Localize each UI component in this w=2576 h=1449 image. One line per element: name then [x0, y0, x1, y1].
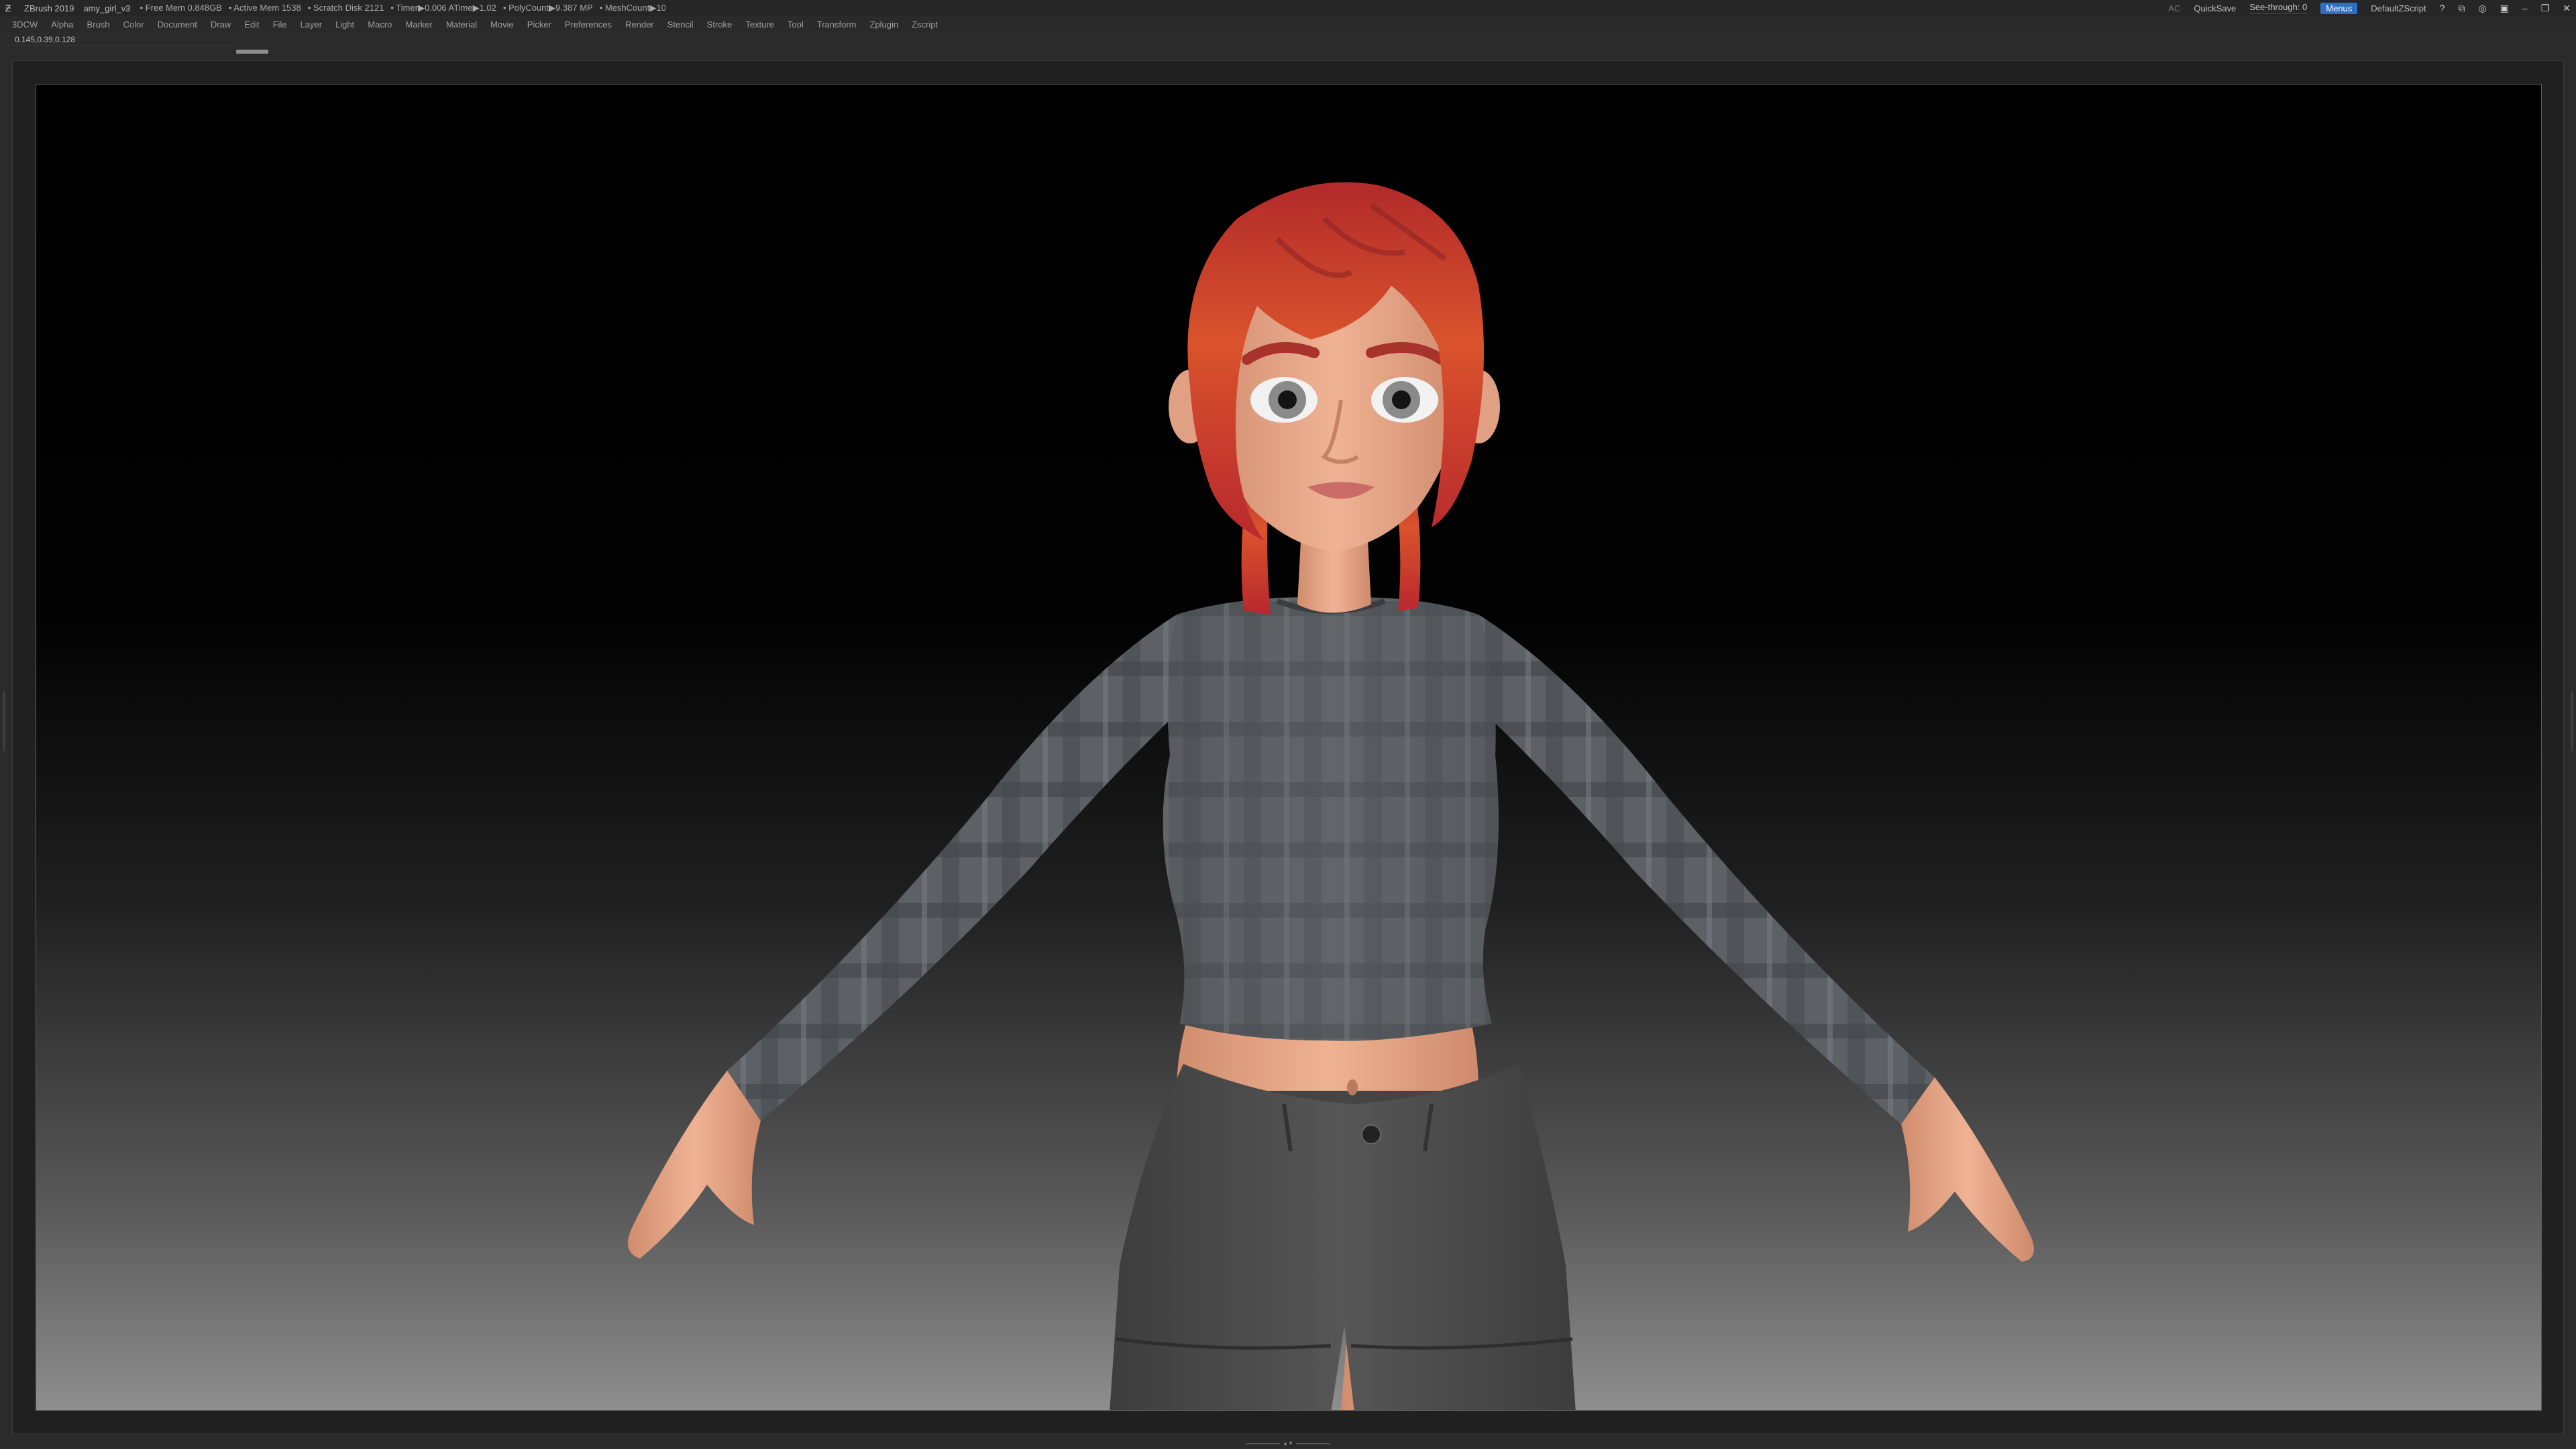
menu-movie[interactable]: Movie — [490, 19, 514, 30]
menu-brush[interactable]: Brush — [87, 19, 110, 30]
menu-document[interactable]: Document — [158, 19, 197, 30]
menu-color[interactable]: Color — [123, 19, 144, 30]
left-sleeve — [727, 614, 1203, 1121]
right-tray-handle[interactable] — [2571, 691, 2573, 751]
menu-render[interactable]: Render — [625, 19, 654, 30]
app-title: ZBrush 2019 — [24, 3, 74, 13]
zbrush-logo-icon: Ƶ — [5, 3, 11, 13]
memory-stats: • Free Mem 0.848GB • Active Mem 1538 • S… — [140, 3, 666, 13]
character-model[interactable] — [36, 85, 2542, 1411]
menu-zplugin[interactable]: Zplugin — [870, 19, 899, 30]
meshcount-stat: • MeshCount▶10 — [599, 3, 666, 13]
layout-icon[interactable]: ⧉ — [2458, 3, 2465, 14]
menu-marker[interactable]: Marker — [405, 19, 432, 30]
menu-macro[interactable]: Macro — [368, 19, 392, 30]
left-tray-handle[interactable] — [3, 691, 5, 751]
menu-3dcw[interactable]: 3DCW — [12, 19, 38, 30]
scratch-disk-stat: • Scratch Disk 2121 — [307, 3, 384, 13]
menus-button[interactable]: Menus — [2320, 2, 2358, 14]
canvas-frame — [12, 60, 2564, 1434]
shorts — [1110, 1064, 1576, 1410]
menu-alpha[interactable]: Alpha — [51, 19, 73, 30]
see-through-value: 0 — [2302, 2, 2308, 12]
menu-tool[interactable]: Tool — [788, 19, 804, 30]
menu-picker[interactable]: Picker — [527, 19, 551, 30]
neck — [1297, 541, 1371, 613]
menu-zscript[interactable]: Zscript — [912, 19, 938, 30]
info-bar: 0.145,0.39,0.128 — [0, 32, 2576, 47]
quicksave-button[interactable]: QuickSave — [2194, 3, 2236, 13]
shelf-grip-handle[interactable] — [236, 50, 268, 54]
minimize-icon[interactable]: – — [2522, 3, 2528, 13]
menu-edit[interactable]: Edit — [244, 19, 259, 30]
right-pupil — [1392, 390, 1411, 409]
menu-light[interactable]: Light — [335, 19, 354, 30]
palette-icon[interactable]: ◎ — [2478, 3, 2486, 14]
document-viewport[interactable] — [36, 84, 2542, 1411]
see-through-slider[interactable]: See-through: 0 — [2249, 2, 2308, 14]
help-icon[interactable]: ? — [2440, 3, 2445, 13]
shorts-button — [1361, 1124, 1381, 1144]
polycount-stat: • PolyCount▶9.387 MP — [502, 3, 593, 13]
default-zscript-button[interactable]: DefaultZScript — [2371, 3, 2426, 13]
free-mem-stat: • Free Mem 0.848GB — [140, 3, 222, 13]
lock-icon[interactable]: ▣ — [2500, 3, 2509, 14]
left-hand — [628, 1071, 761, 1258]
menu-stencil[interactable]: Stencil — [667, 19, 694, 30]
left-pupil — [1278, 390, 1297, 409]
document-name: amy_girl_v3 — [83, 3, 131, 13]
menu-layer[interactable]: Layer — [301, 19, 323, 30]
right-hand — [1901, 1077, 2034, 1262]
see-through-label: See-through — [2249, 2, 2298, 12]
active-mem-stat: • Active Mem 1538 — [228, 3, 301, 13]
menu-transform[interactable]: Transform — [817, 19, 857, 30]
menu-texture[interactable]: Texture — [745, 19, 774, 30]
bottom-tray-handle[interactable]: ▲▼ — [1244, 1441, 1332, 1446]
navel — [1347, 1079, 1358, 1095]
menu-bar: 3DCW Alpha Brush Color Document Draw Edi… — [0, 16, 2576, 32]
restore-icon[interactable]: ❐ — [2541, 3, 2550, 14]
menu-stroke[interactable]: Stroke — [707, 19, 733, 30]
timer-stat: • Timer▶0.006 ATime▶1.02 — [390, 3, 496, 13]
menu-preferences[interactable]: Preferences — [565, 19, 612, 30]
menu-file[interactable]: File — [273, 19, 287, 30]
title-bar: Ƶ ZBrush 2019 amy_girl_v3 • Free Mem 0.8… — [0, 0, 2576, 16]
menu-draw[interactable]: Draw — [211, 19, 231, 30]
expand-arrows-icon: ▲▼ — [1283, 1440, 1293, 1446]
close-icon[interactable]: ✕ — [2563, 3, 2571, 14]
ac-toggle[interactable]: AC — [2168, 3, 2180, 13]
right-sleeve — [1458, 614, 1935, 1124]
menu-material[interactable]: Material — [446, 19, 477, 30]
cursor-coordinates: 0.145,0.39,0.128 — [15, 35, 76, 44]
shirt-shading — [1163, 597, 1499, 1041]
